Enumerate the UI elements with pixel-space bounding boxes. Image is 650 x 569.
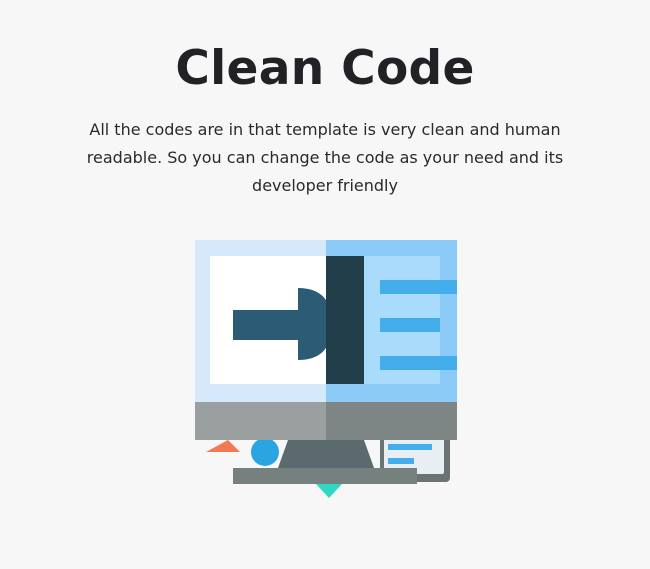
accent-teal-triangle	[316, 484, 342, 498]
monitor-base-right	[326, 402, 457, 440]
monitor-base-left	[195, 402, 326, 440]
card-line-1	[388, 444, 432, 450]
accent-blue-circle	[251, 438, 279, 466]
monitor-code-icon	[195, 240, 457, 498]
monitor-code-illustration	[180, 232, 470, 512]
accent-orange-shape	[206, 440, 240, 452]
section-description: All the codes are in that template is ve…	[86, 120, 564, 195]
monitor-foot	[233, 468, 417, 484]
code-line-3	[380, 356, 457, 370]
card-line-2	[388, 458, 414, 464]
monitor-stand	[278, 440, 374, 468]
clean-code-section: Clean Code All the codes are in that tem…	[0, 0, 650, 569]
section-title: Clean Code	[175, 41, 475, 96]
code-line-2	[380, 318, 440, 332]
handle-bar	[233, 310, 303, 340]
dark-divider-bar	[326, 256, 364, 384]
code-line-1	[380, 280, 457, 294]
